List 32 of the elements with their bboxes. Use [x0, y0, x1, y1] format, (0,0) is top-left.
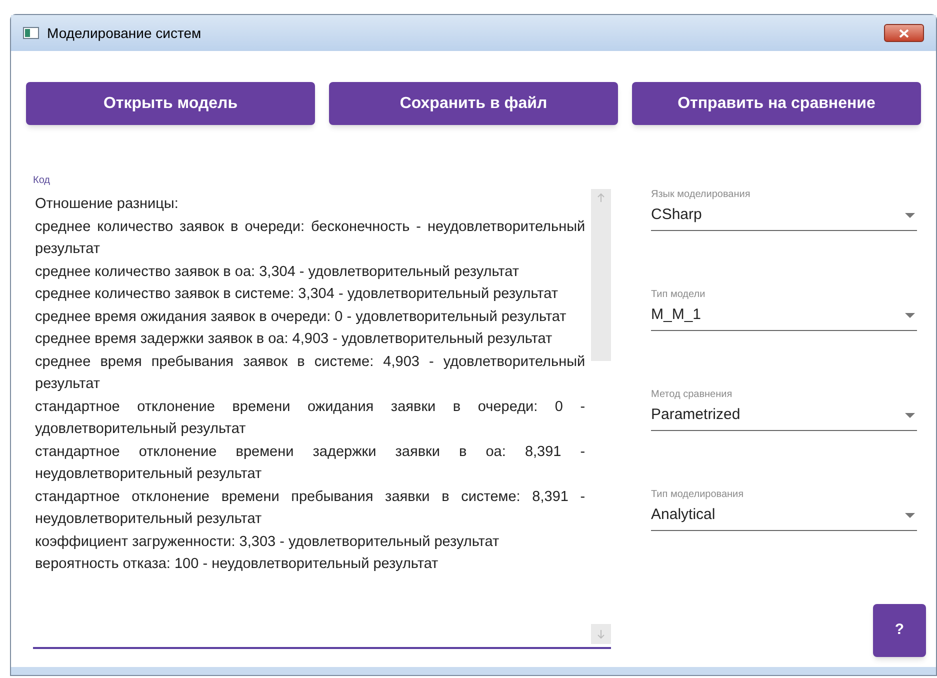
scrollbar-thumb[interactable]: [591, 189, 611, 361]
dropdown[interactable]: CSharp: [651, 201, 917, 231]
field-label: Код: [33, 174, 52, 187]
caret-icon: [905, 513, 915, 518]
action-button[interactable]: Открыть модель: [26, 82, 315, 125]
code-field[interactable]: [33, 187, 611, 649]
field-label: Тип модели: [651, 288, 706, 301]
dropdown[interactable]: Parametrized: [651, 401, 917, 431]
result-line: коэффициент загруженности: 3,303 - удовлетворительный результат: [35, 532, 500, 552]
dropdown[interactable]: Analytical: [651, 501, 917, 531]
caret-icon: [905, 313, 915, 318]
result-line: вероятность отказа: 100 - неудовлетворительный результат: [35, 555, 440, 574]
result-line: среднее количество заявок в оа: 3,304 - удовлетворительный результат: [35, 262, 520, 282]
up-arrow-icon: [597, 193, 606, 202]
dropdown[interactable]: M_M_1: [651, 301, 917, 331]
action-button[interactable]: Сохранить в файл: [329, 82, 618, 125]
field-label: Тип моделирования: [651, 488, 745, 501]
close-button[interactable]: [884, 24, 924, 42]
result-line: Отношение разницы:: [35, 195, 180, 214]
action-button[interactable]: Отправить на сравнение: [632, 82, 921, 125]
result-line: среднее время задержки заявок в оа: 4,903 - удовлетворительный результат: [35, 330, 554, 349]
field-label: Язык моделирования: [651, 188, 752, 201]
app-icon: [23, 27, 39, 39]
window-title: Моделирование систем: [47, 24, 202, 43]
caret-icon: [905, 213, 915, 218]
down-arrow-icon: [597, 630, 606, 638]
help-button[interactable]: ?: [873, 604, 926, 657]
caret-icon: [905, 413, 915, 418]
result-line: среднее количество заявок в системе: 3,304 - удовлетворительный результат: [35, 285, 560, 304]
field-label: Метод сравнения: [651, 388, 734, 401]
close-icon: [899, 28, 909, 38]
result-line: среднее время ожидания заявок в очереди: 0 - удовлетворительный результат: [35, 308, 568, 326]
